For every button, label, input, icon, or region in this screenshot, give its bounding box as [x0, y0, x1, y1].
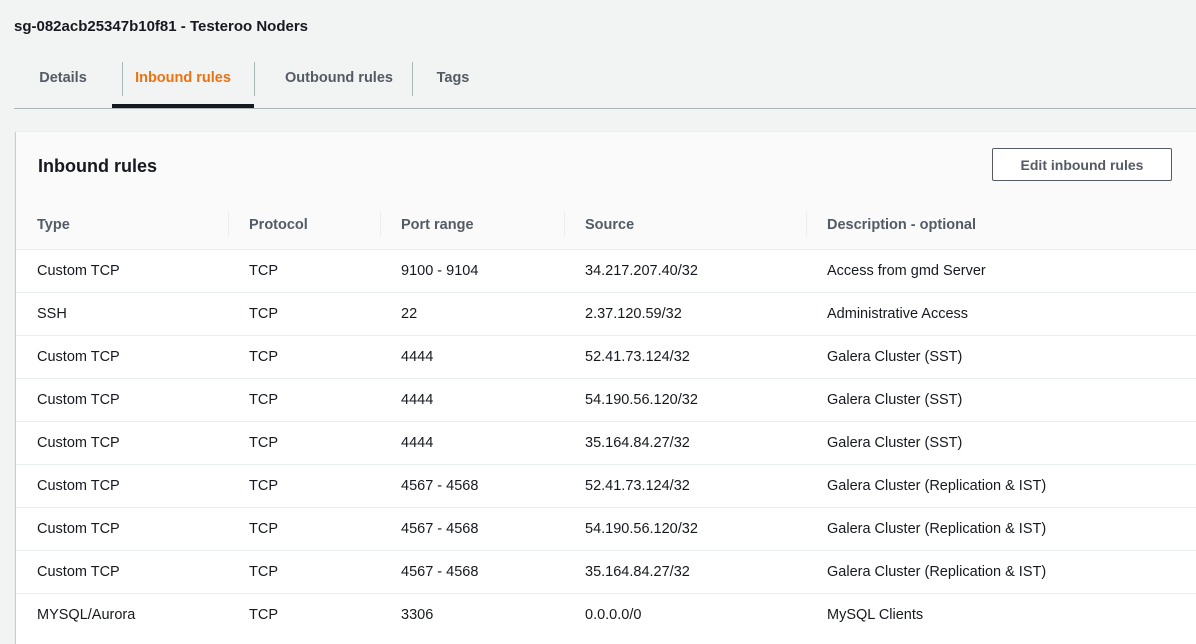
table-row: Custom TCP TCP 4444 54.190.56.120/32 Gal…: [16, 378, 1196, 422]
cell-source: 34.217.207.40/32: [564, 249, 806, 293]
panel-title: Inbound rules: [38, 156, 157, 176]
cell-protocol: TCP: [228, 335, 380, 379]
column-header-source: Source: [564, 200, 806, 250]
cell-source: 54.190.56.120/32: [564, 378, 806, 422]
cell-protocol: TCP: [228, 249, 380, 293]
cell-port-range: 22: [380, 292, 564, 336]
table-row: MYSQL/Aurora TCP 3306 0.0.0.0/0 MySQL Cl…: [16, 594, 1196, 637]
cell-type: Custom TCP: [16, 464, 228, 508]
cell-description: MySQL Clients: [827, 607, 924, 623]
tab-bar: Details Inbound rules Outbound rules Tag…: [14, 56, 1196, 109]
column-header-protocol: Protocol: [228, 200, 380, 250]
cell-protocol: TCP: [228, 292, 380, 336]
cell-protocol: TCP: [228, 507, 380, 551]
cell-type: Custom TCP: [16, 421, 228, 465]
cell-port-range: 9100 - 9104: [380, 249, 564, 293]
cell-description: Galera Cluster (Replication & IST): [806, 464, 1196, 508]
table-row: Custom TCP TCP 4567 - 4568 54.190.56.120…: [16, 507, 1196, 551]
tab-separator: [412, 62, 413, 96]
cell-protocol: TCP: [228, 464, 380, 508]
tab-outbound-rules[interactable]: Outbound rules: [266, 56, 412, 106]
column-header-description: Description - optional: [806, 200, 1196, 250]
cell-port-range: 4444: [380, 335, 564, 379]
cell-port-range: 4444: [380, 378, 564, 422]
page-title: sg-082acb25347b10f81 - Testeroo Noders: [14, 18, 309, 35]
table-row: Custom TCP TCP 4444 35.164.84.27/32 Gale…: [16, 421, 1196, 465]
inbound-rules-table: Type Protocol Port range Source Descript…: [16, 200, 1196, 636]
panel-header: Inbound rules Edit inbound rules: [16, 132, 1196, 201]
cell-port-range: 3306: [401, 607, 434, 623]
tab-inbound-rules[interactable]: Inbound rules: [112, 56, 254, 108]
cell-protocol: TCP: [228, 550, 380, 594]
inbound-rules-panel: Inbound rules Edit inbound rules Type Pr…: [16, 131, 1196, 644]
tab-details[interactable]: Details: [26, 56, 100, 106]
cell-type: Custom TCP: [16, 550, 228, 594]
column-header-port-range: Port range: [380, 200, 564, 250]
cell-port-range: 4567 - 4568: [380, 464, 564, 508]
table-row: Custom TCP TCP 4444 52.41.73.124/32 Gale…: [16, 335, 1196, 379]
cell-protocol: TCP: [249, 607, 278, 623]
cell-description: Galera Cluster (Replication & IST): [806, 507, 1196, 551]
cell-type: Custom TCP: [16, 335, 228, 379]
cell-source: 54.190.56.120/32: [564, 507, 806, 551]
table-row: Custom TCP TCP 4567 - 4568 35.164.84.27/…: [16, 550, 1196, 594]
table-row: Custom TCP TCP 4567 - 4568 52.41.73.124/…: [16, 464, 1196, 508]
table-row: Custom TCP TCP 9100 - 9104 34.217.207.40…: [16, 249, 1196, 293]
cell-protocol: TCP: [228, 378, 380, 422]
cell-type: Custom TCP: [16, 378, 228, 422]
cell-type: SSH: [16, 292, 228, 336]
cell-type: Custom TCP: [16, 249, 228, 293]
table-row: SSH TCP 22 2.37.120.59/32 Administrative…: [16, 292, 1196, 336]
tab-tags[interactable]: Tags: [420, 56, 486, 106]
cell-description: Access from gmd Server: [806, 249, 1196, 293]
cell-source: 0.0.0.0/0: [585, 607, 642, 623]
cell-description: Galera Cluster (SST): [806, 335, 1196, 379]
cell-description: Galera Cluster (SST): [806, 421, 1196, 465]
tab-separator: [254, 62, 255, 96]
cell-source: 35.164.84.27/32: [564, 550, 806, 594]
cell-source: 35.164.84.27/32: [564, 421, 806, 465]
cell-type: Custom TCP: [16, 507, 228, 551]
cell-source: 2.37.120.59/32: [564, 292, 806, 336]
cell-protocol: TCP: [228, 421, 380, 465]
cell-source: 52.41.73.124/32: [564, 335, 806, 379]
cell-source: 52.41.73.124/32: [564, 464, 806, 508]
cell-port-range: 4567 - 4568: [380, 550, 564, 594]
cell-description: Galera Cluster (Replication & IST): [806, 550, 1196, 594]
cell-description: Galera Cluster (SST): [806, 378, 1196, 422]
cell-type: MYSQL/Aurora: [37, 607, 136, 623]
cell-description: Administrative Access: [806, 292, 1196, 336]
cell-port-range: 4567 - 4568: [380, 507, 564, 551]
cell-port-range: 4444: [380, 421, 564, 465]
column-header-type: Type: [16, 200, 228, 250]
table-header-row: Type Protocol Port range Source Descript…: [16, 200, 1196, 250]
edit-inbound-rules-button[interactable]: Edit inbound rules: [992, 148, 1172, 181]
